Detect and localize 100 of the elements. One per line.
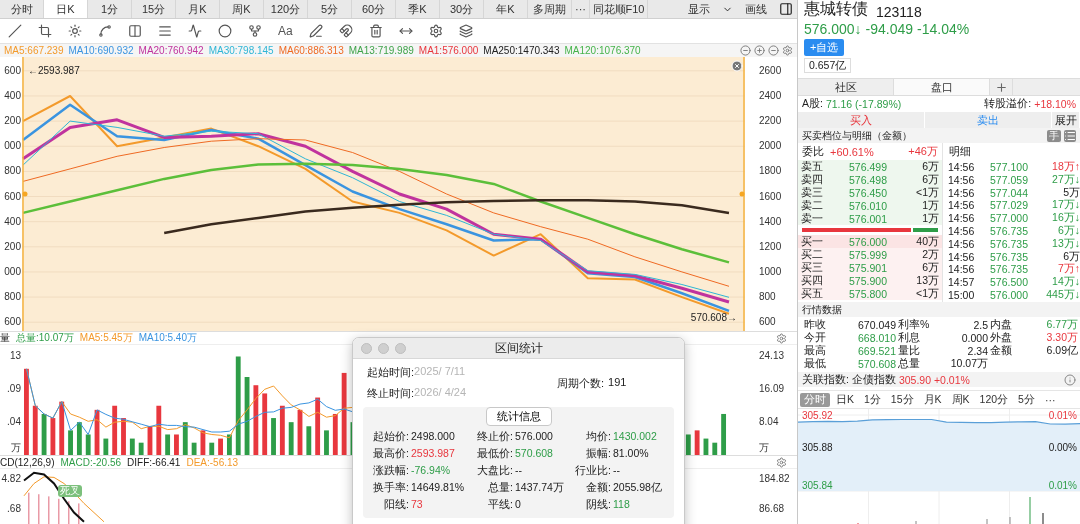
- plus-icon[interactable]: [754, 45, 765, 56]
- trade-time: 14:56: [948, 225, 976, 237]
- period-tab[interactable]: 月K: [919, 392, 946, 407]
- minus-icon[interactable]: [740, 45, 751, 56]
- line-icon[interactable]: [8, 24, 22, 38]
- quote-label: 金额: [990, 343, 1013, 358]
- minus-icon[interactable]: [768, 45, 779, 56]
- axis-label: 2400: [759, 89, 782, 101]
- panel-toggle-icon[interactable]: [779, 2, 793, 16]
- stats-button[interactable]: 统计信息: [485, 407, 552, 426]
- period-tab[interactable]: ···: [1040, 393, 1060, 406]
- market-cap: 0.657亿: [804, 57, 852, 73]
- axis-label: 000: [4, 140, 21, 152]
- period-tab[interactable]: 120分: [975, 392, 1013, 407]
- settings-icon[interactable]: [428, 24, 443, 38]
- crop-icon[interactable]: [38, 24, 52, 38]
- add-tab-icon[interactable]: [994, 80, 1008, 94]
- trade-volume: 13万↓: [1051, 236, 1080, 251]
- field-label: 起始时间:: [367, 365, 415, 380]
- columns-icon[interactable]: [128, 24, 142, 38]
- quote-label: 最高: [804, 343, 827, 358]
- period-tab[interactable]: 周K: [220, 0, 264, 18]
- last-price: 576.000↓: [804, 21, 862, 37]
- stat-value: 576.000: [515, 430, 554, 444]
- pen-icon[interactable]: [308, 24, 323, 38]
- layers-icon[interactable]: [458, 24, 473, 38]
- macd-legend-item: DEA:-56.13: [186, 456, 239, 468]
- range-handle[interactable]: [22, 57, 28, 331]
- trade-volume: 16万↓: [1051, 211, 1080, 225]
- settings-icon[interactable]: [776, 332, 787, 344]
- quote-label: 昨收: [804, 317, 827, 332]
- period-tab[interactable]: 15分: [132, 0, 176, 18]
- period-tab[interactable]: 月K: [176, 0, 220, 18]
- fork-icon[interactable]: [248, 24, 262, 38]
- period-tab[interactable]: 同花顺F10: [590, 0, 648, 18]
- spline-icon[interactable]: [98, 24, 112, 38]
- trade-button[interactable]: 展开: [1052, 112, 1080, 128]
- stat-label: 阴线:: [585, 498, 611, 512]
- quote-value: 669.521: [857, 344, 897, 357]
- range-handle[interactable]: [739, 57, 745, 331]
- quote-value: 6.77万: [1045, 317, 1079, 332]
- volume-bar: [156, 405, 162, 455]
- period-tab[interactable]: 季K: [396, 0, 440, 18]
- axis-label: 24.13: [759, 350, 785, 361]
- quote-label: 今开: [804, 330, 827, 345]
- axis-label: .09: [7, 383, 21, 394]
- stat-label: 换手率:: [372, 481, 409, 495]
- sun-icon[interactable]: [68, 24, 82, 38]
- period-tab[interactable]: 周K: [947, 392, 974, 407]
- period-tab[interactable]: 5分: [1014, 392, 1039, 407]
- ratio-label: 委比: [802, 144, 824, 159]
- lines-icon[interactable]: [158, 24, 172, 38]
- volume-bar: [121, 418, 126, 455]
- period-tab[interactable]: 120分: [264, 0, 308, 18]
- panel-tab[interactable]: 盘口: [894, 79, 990, 95]
- stat-label: 涨跌幅:: [372, 464, 409, 478]
- axis-label: 2600: [759, 64, 782, 76]
- period-tab[interactable]: 1分: [88, 0, 132, 18]
- text-tool[interactable]: Aa: [278, 24, 293, 38]
- section-title: 买卖档位与明细（金额）: [802, 128, 912, 143]
- list-icon[interactable]: [1064, 129, 1076, 142]
- trade-volume: 7万↑: [1056, 262, 1080, 276]
- display-menu[interactable]: 显示: [680, 0, 718, 18]
- trash-icon[interactable]: [368, 24, 383, 38]
- period-tab[interactable]: 日K: [44, 0, 88, 18]
- draw-lines-button[interactable]: 画线: [737, 0, 775, 18]
- trade-price: 576.735: [989, 250, 1029, 263]
- bond-code: 123118: [876, 4, 922, 20]
- trade-price: 576.735: [989, 263, 1029, 276]
- volume-bar: [94, 409, 100, 455]
- panel-title: CD(12,26,9): [0, 456, 55, 468]
- stat-label: 金额:: [585, 481, 611, 495]
- zigzag-icon[interactable]: [188, 24, 202, 38]
- period-tab[interactable]: 日K: [832, 392, 858, 407]
- axis-label: 400: [4, 89, 21, 101]
- period-tab[interactable]: 1分: [860, 392, 885, 407]
- period-tab[interactable]: 5分: [308, 0, 352, 18]
- circle-icon[interactable]: [218, 24, 232, 38]
- period-tab[interactable]: 30分: [440, 0, 484, 18]
- stat-label: 最低价:: [476, 447, 513, 461]
- trade-price: 577.100: [989, 161, 1029, 173]
- stock-label: A股:: [802, 97, 823, 111]
- settings-icon[interactable]: [776, 456, 787, 468]
- quote-value: 570.608: [857, 357, 897, 370]
- trade-price: 576.735: [989, 225, 1029, 237]
- axis-label: 600: [759, 316, 776, 328]
- axis-label: 800: [759, 291, 776, 303]
- magnet-icon[interactable]: [338, 24, 353, 38]
- period-tab[interactable]: 多周期: [528, 0, 572, 18]
- period-tab[interactable]: ···: [572, 0, 590, 18]
- stat-value: 118: [613, 498, 631, 512]
- period-tab[interactable]: 年K: [484, 0, 528, 18]
- volume-bar: [271, 418, 276, 455]
- axis-label: 1800: [759, 165, 782, 177]
- stat-label: 振幅:: [585, 447, 611, 461]
- quote-label: 利率%: [898, 317, 931, 332]
- period-tab[interactable]: 60分: [352, 0, 396, 18]
- period-tab[interactable]: 15分: [886, 392, 918, 407]
- close-icon[interactable]: [731, 60, 743, 72]
- trade-button[interactable]: 买入: [798, 112, 925, 128]
